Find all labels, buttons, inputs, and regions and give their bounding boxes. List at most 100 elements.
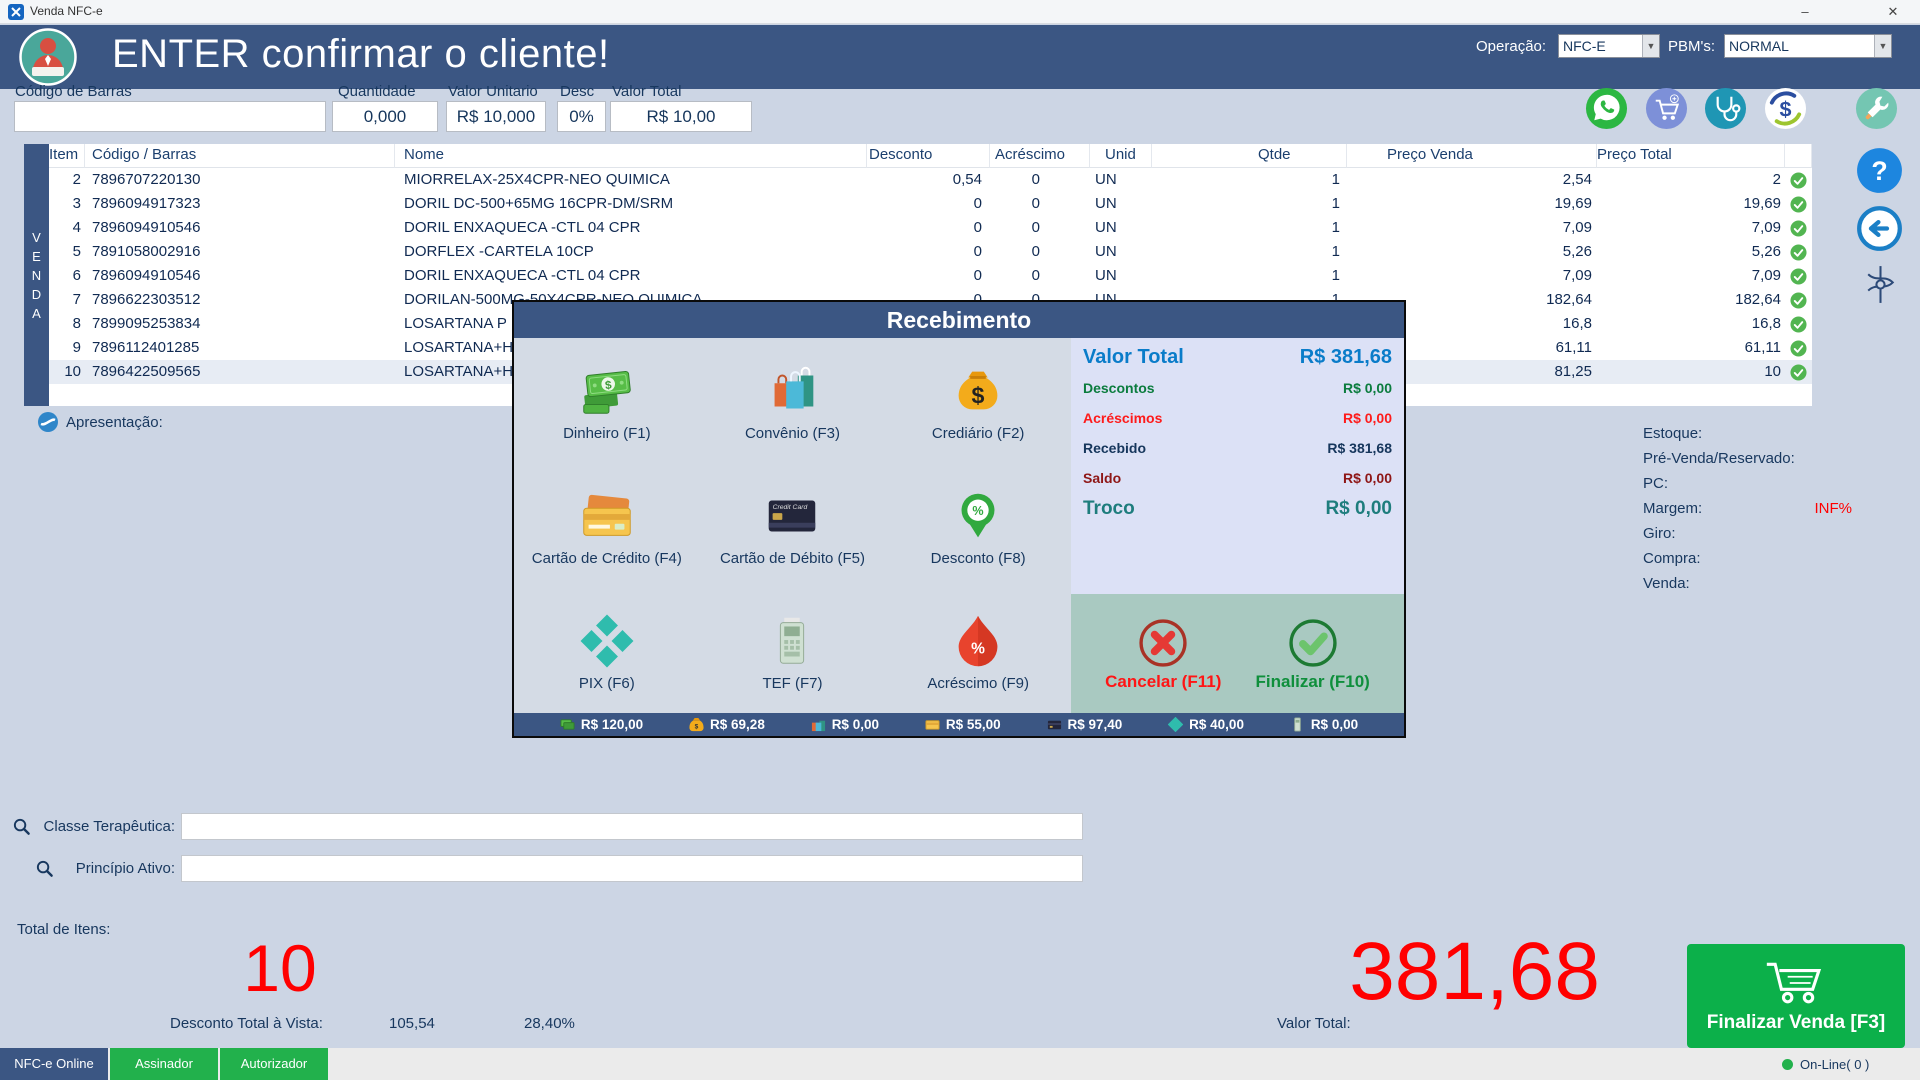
- total-itens-label: Total de Itens:: [17, 921, 110, 938]
- shopping-bags-icon: [811, 717, 826, 732]
- surcharge-drop-icon: %: [947, 610, 1009, 672]
- table-row[interactable]: 57891058002916DORFLEX -CARTELA 10CP00UN1…: [49, 240, 1812, 264]
- online-status-text: On-Line( 0 ): [1800, 1057, 1869, 1072]
- debit-card-icon: [1047, 717, 1062, 732]
- help-icon[interactable]: ?: [1856, 147, 1903, 194]
- cash-icon: $: [576, 360, 638, 422]
- summary-crediario: $R$ 69,28: [689, 717, 765, 732]
- operacao-select[interactable]: NFC-E ▼: [1558, 34, 1660, 58]
- svg-text:Credit Card: Credit Card: [773, 504, 808, 511]
- quantidade-input[interactable]: [332, 101, 438, 132]
- valor-total-input[interactable]: [610, 101, 752, 132]
- payment-pix-button[interactable]: PIX (F6): [514, 588, 700, 713]
- svg-text:%: %: [971, 640, 985, 657]
- total-itens-value: 10: [230, 930, 330, 1006]
- status-autorizador-badge: Autorizador: [220, 1048, 328, 1080]
- pix-icon: [576, 610, 638, 672]
- classe-terapeutica-label: Classe Terapêutica:: [0, 818, 175, 835]
- principio-ativo-label: Princípio Ativo:: [0, 860, 175, 877]
- payment-convenio-button[interactable]: Convênio (F3): [700, 338, 886, 463]
- giro-label: Giro:: [1643, 525, 1913, 550]
- dialog-payments-summary-bar: R$ 120,00 $R$ 69,28 R$ 0,00 R$ 55,00 R$ …: [514, 713, 1404, 736]
- quantidade-label: Quantidade: [338, 83, 416, 100]
- dialog-totals-panel: Valor TotalR$ 381,68 DescontosR$ 0,00 Ac…: [1071, 338, 1404, 594]
- table-header-row: Item Código / Barras Nome Desconto Acrés…: [49, 144, 1812, 168]
- operacao-label: Operação:: [1476, 38, 1546, 55]
- pbm-label: PBM's:: [1668, 38, 1715, 55]
- pbm-select[interactable]: NORMAL ▼: [1724, 34, 1892, 58]
- finalizar-button[interactable]: Finalizar (F10): [1256, 616, 1370, 692]
- svg-text:$: $: [695, 723, 699, 730]
- chevron-down-icon: ▼: [1642, 35, 1659, 57]
- check-icon: [1790, 172, 1807, 189]
- cancel-icon: [1136, 616, 1190, 670]
- valor-unitario-label: Valor Unitario: [448, 83, 538, 100]
- payment-cartao-debito-button[interactable]: Credit Card Cartão de Débito (F5): [700, 463, 886, 588]
- shopping-bags-icon: [761, 360, 823, 422]
- status-nfce-badge: NFC-e Online: [0, 1048, 108, 1080]
- pix-icon: [1168, 717, 1183, 732]
- summary-convenio: R$ 0,00: [811, 717, 879, 732]
- stethoscope-icon[interactable]: [1704, 87, 1747, 130]
- summary-dinheiro: R$ 120,00: [560, 717, 643, 732]
- desc-input[interactable]: [557, 101, 606, 132]
- whatsapp-icon[interactable]: [1585, 87, 1628, 130]
- tools-icon[interactable]: [1855, 87, 1898, 130]
- apresentacao-label: Apresentação:: [66, 414, 163, 431]
- operacao-value: NFC-E: [1559, 38, 1642, 54]
- troco-row: TrocoR$ 0,00: [1083, 498, 1392, 520]
- payment-dinheiro-button[interactable]: $ Dinheiro (F1): [514, 338, 700, 463]
- barcode-label: Código de Barras: [15, 83, 132, 100]
- credit-card-icon: [925, 717, 940, 732]
- table-row[interactable]: 47896094910546DORIL ENXAQUECA -CTL 04 CP…: [49, 216, 1812, 240]
- summary-cartao-debito: R$ 97,40: [1047, 717, 1123, 732]
- classe-terapeutica-input[interactable]: [181, 813, 1083, 840]
- credit-card-icon: [576, 485, 638, 547]
- app-header: ENTER confirmar o cliente! Operação: NFC…: [0, 25, 1920, 89]
- payment-cartao-credito-button[interactable]: Cartão de Crédito (F4): [514, 463, 700, 588]
- confirm-check-icon: [1286, 616, 1340, 670]
- payment-acrescimo-button[interactable]: % Acréscimo (F9): [885, 588, 1071, 713]
- valor-total-row: Valor TotalR$ 381,68: [1083, 346, 1392, 369]
- check-icon: [1790, 244, 1807, 261]
- desconto-vista-pct: 28,40%: [524, 1015, 575, 1032]
- table-row[interactable]: 37896094917323DORIL DC-500+65MG 16CPR-DM…: [49, 192, 1812, 216]
- window-title: Venda NFC-e: [30, 4, 103, 18]
- margem-value: INF%: [1810, 500, 1852, 517]
- payment-desconto-button[interactable]: % Desconto (F8): [885, 463, 1071, 588]
- summary-tef: R$ 0,00: [1290, 717, 1358, 732]
- table-row[interactable]: 27896707220130MIORRELAX-25X4CPR-NEO QUIM…: [49, 168, 1812, 192]
- title-bar: Venda NFC-e – ✕: [0, 0, 1920, 24]
- check-icon: [1790, 196, 1807, 213]
- cancelar-button[interactable]: Cancelar (F11): [1105, 616, 1221, 692]
- svg-text:%: %: [973, 504, 984, 518]
- finalizar-venda-label: Finalizar Venda [F3]: [1707, 1012, 1885, 1034]
- svg-text:$: $: [1780, 97, 1792, 121]
- minimize-button[interactable]: –: [1788, 0, 1822, 23]
- cart-plus-icon[interactable]: [1645, 87, 1688, 130]
- principio-ativo-input[interactable]: [181, 855, 1083, 882]
- venda-vertical-bar: V E N D A: [24, 144, 49, 406]
- back-arrow-icon[interactable]: [1856, 205, 1903, 252]
- cart-icon: [1760, 958, 1832, 1008]
- table-row[interactable]: 67896094910546DORIL ENXAQUECA -CTL 04 CP…: [49, 264, 1812, 288]
- finalizar-venda-button[interactable]: Finalizar Venda [F3]: [1687, 944, 1905, 1048]
- recebimento-dialog: Recebimento $ Dinheiro (F1) Convênio (F3…: [512, 300, 1406, 738]
- payment-tef-button[interactable]: TEF (F7): [700, 588, 886, 713]
- valor-total-label: Valor Total: [612, 83, 682, 100]
- close-button[interactable]: ✕: [1876, 0, 1910, 23]
- pos-terminal-icon: [761, 610, 823, 672]
- currency-sync-icon[interactable]: $: [1764, 87, 1807, 130]
- barcode-input[interactable]: [14, 101, 326, 132]
- discount-pin-icon: %: [947, 485, 1009, 547]
- pharmacy-emblem-icon[interactable]: [1858, 262, 1903, 307]
- check-icon: [1790, 340, 1807, 357]
- valor-unitario-input[interactable]: [446, 101, 546, 132]
- desc-label: Desc: [560, 83, 594, 100]
- acrescimos-row: AcréscimosR$ 0,00: [1083, 410, 1392, 426]
- online-dot-icon: [1782, 1059, 1793, 1070]
- footer-valor-total-value: 381,68: [1340, 925, 1600, 1019]
- payment-crediario-button[interactable]: $ Crediário (F2): [885, 338, 1071, 463]
- check-icon: [1790, 220, 1807, 237]
- venda-nfce-window: Venda NFC-e – ✕ ENTER confirmar o client…: [0, 0, 1920, 1080]
